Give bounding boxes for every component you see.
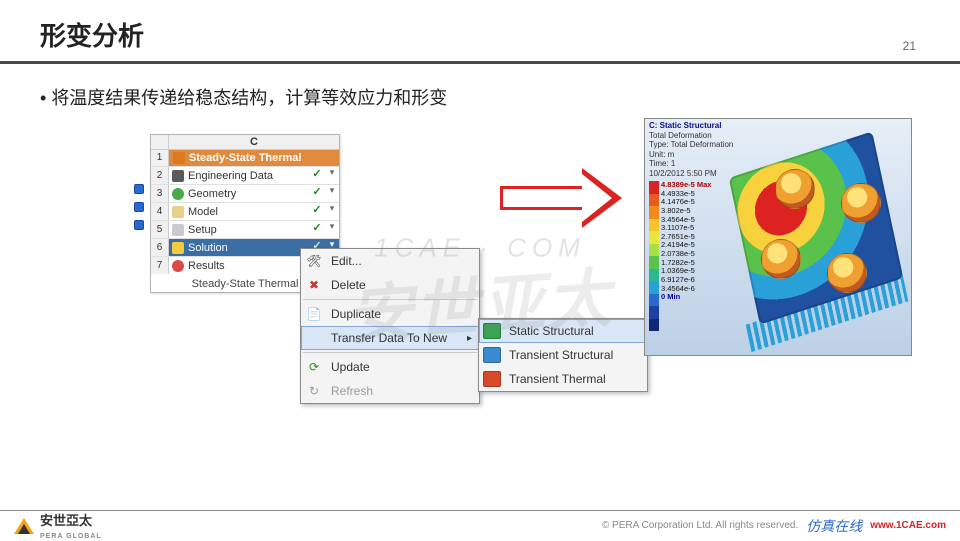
row-number: 5 (151, 221, 169, 238)
status-check-icon: ✓ (309, 203, 325, 220)
menu-item-duplicate[interactable]: 📄 Duplicate (301, 302, 479, 326)
row-number: 7 (151, 257, 169, 274)
cell-results[interactable]: Results (169, 257, 309, 274)
menu-item-delete[interactable]: ✖ Delete (301, 273, 479, 297)
footer-url: www.1CAE.com (870, 520, 946, 531)
menu-item-refresh: ↻ Refresh (301, 379, 479, 403)
transient-thermal-icon (483, 371, 501, 387)
model-icon (172, 206, 184, 218)
cell-label: Setup (188, 224, 217, 236)
slide-footer: 安世亞太 PERA GLOBAL © PERA Corporation Ltd.… (0, 510, 960, 540)
duplicate-icon: 📄 (305, 306, 323, 322)
menu-item-transfer-data[interactable]: Transfer Data To New ▸ (301, 326, 479, 350)
menu-label: Update (331, 360, 370, 374)
legend-min: 0 Min (661, 293, 711, 302)
menu-label: Edit... (331, 254, 362, 268)
engineering-data-icon (172, 170, 184, 182)
content-stage: C 1 Steady-State Thermal 2 Engineering D… (40, 126, 920, 466)
static-structural-icon (483, 323, 501, 339)
submenu-label: Transient Structural (509, 348, 613, 362)
arrow-icon (500, 168, 630, 228)
cell-model[interactable]: Model (169, 203, 309, 220)
result-time: Time: 1 (649, 159, 733, 169)
copyright-text: © PERA Corporation Ltd. All rights reser… (602, 520, 798, 531)
menu-label: Transfer Data To New (331, 331, 447, 345)
share-connector-icon (134, 202, 144, 212)
refresh-icon: ↻ (305, 383, 323, 399)
submenu-item-static-structural[interactable]: Static Structural (479, 319, 647, 343)
column-header: C (169, 135, 339, 149)
transfer-icon (305, 330, 323, 346)
menu-separator (303, 299, 477, 300)
bullet-text: 将温度结果传递给稳态结构，计算等效应力和形变 (40, 84, 920, 110)
dropdown-icon[interactable]: ▾ (325, 185, 339, 202)
menu-item-update[interactable]: ⟳ Update (301, 355, 479, 379)
thermal-icon (173, 152, 185, 164)
menu-label: Refresh (331, 384, 373, 398)
system-title-cell[interactable]: Steady-State Thermal (169, 150, 339, 166)
submenu-transfer-data: Static Structural Transient Structural T… (478, 318, 648, 392)
context-menu: 🛠 Edit... ✖ Delete 📄 Duplicate Transfer Dat… (300, 248, 480, 404)
cell-label: Engineering Data (188, 170, 273, 182)
row-number: 3 (151, 185, 169, 202)
transient-structural-icon (483, 347, 501, 363)
cell-label: Geometry (188, 188, 236, 200)
menu-separator (303, 352, 477, 353)
row-number: 1 (151, 150, 169, 166)
logo-chinese: 安世亞太 (40, 513, 92, 528)
menu-item-edit[interactable]: 🛠 Edit... (301, 249, 479, 273)
share-connector-icon (134, 220, 144, 230)
submenu-arrow-icon: ▸ (467, 333, 472, 344)
edit-icon: 🛠 (305, 253, 323, 269)
logo-triangle-icon (14, 518, 34, 534)
dropdown-icon[interactable]: ▾ (325, 221, 339, 238)
row-number: 2 (151, 167, 169, 184)
cell-setup[interactable]: Setup (169, 221, 309, 238)
solution-icon (172, 242, 184, 254)
status-check-icon: ✓ (309, 185, 325, 202)
cell-engineering-data[interactable]: Engineering Data (169, 167, 309, 184)
cell-geometry[interactable]: Geometry (169, 185, 309, 202)
footer-logo: 安世亞太 PERA GLOBAL (14, 510, 102, 541)
cell-label: Model (188, 206, 218, 218)
cell-solution[interactable]: Solution (169, 239, 309, 256)
logo-english: PERA GLOBAL (40, 533, 102, 540)
update-icon: ⟳ (305, 359, 323, 375)
result-header: C: Static Structural Total Deformation T… (649, 121, 733, 179)
submenu-label: Static Structural (509, 324, 594, 338)
system-title: Steady-State Thermal (189, 152, 301, 164)
submenu-item-transient-thermal[interactable]: Transient Thermal (479, 367, 647, 391)
result-title: C: Static Structural (649, 121, 721, 130)
result-date: 10/2/2012 5:50 PM (649, 169, 733, 179)
row-number: 6 (151, 239, 169, 256)
share-connector-icon (134, 184, 144, 194)
slide-title: 形变分析 (40, 16, 144, 53)
cell-label: Solution (188, 242, 228, 254)
status-check-icon: ✓ (309, 221, 325, 238)
dropdown-icon[interactable]: ▾ (325, 167, 339, 184)
menu-label: Delete (331, 278, 366, 292)
cell-label: Results (188, 260, 225, 272)
delete-icon: ✖ (305, 277, 323, 293)
row-number: 4 (151, 203, 169, 220)
page-number: 21 (903, 39, 920, 53)
submenu-label: Transient Thermal (509, 372, 606, 386)
submenu-item-transient-structural[interactable]: Transient Structural (479, 343, 647, 367)
contour-legend: 4.8389e-5 Max 4.4933e-5 4.1476e-5 3.802e… (649, 181, 711, 331)
deformation-model (731, 143, 905, 343)
setup-icon (172, 224, 184, 236)
brand-text: 仿真在线 (806, 516, 862, 536)
status-check-icon: ✓ (309, 167, 325, 184)
result-unit: Unit: m (649, 150, 733, 160)
geometry-icon (172, 188, 184, 200)
result-subtitle: Total Deformation (649, 131, 733, 141)
dropdown-icon[interactable]: ▾ (325, 203, 339, 220)
menu-label: Duplicate (331, 307, 381, 321)
result-type: Type: Total Deformation (649, 140, 733, 150)
result-contour-image: C: Static Structural Total Deformation T… (644, 118, 912, 356)
results-icon (172, 260, 184, 272)
